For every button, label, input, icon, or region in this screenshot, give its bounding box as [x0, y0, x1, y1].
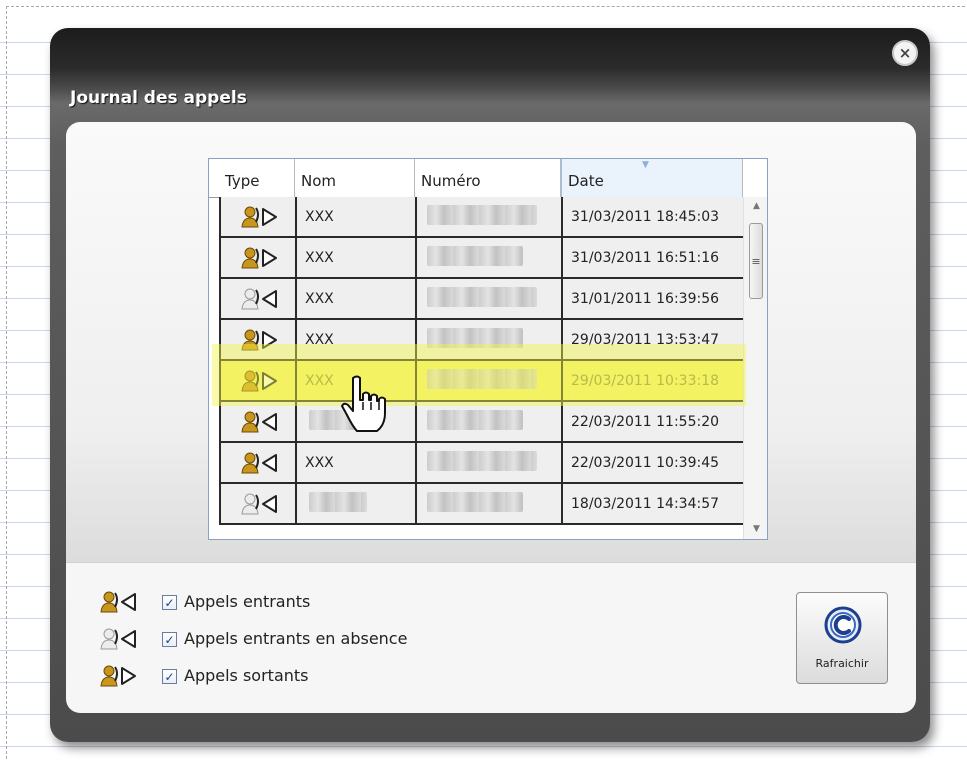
table-row[interactable]: 22/03/2011 11:55:20: [219, 402, 743, 443]
cell-nom: XXX: [295, 443, 415, 484]
cell-nom-text: XXX: [305, 291, 334, 307]
cell-nom: XXX: [295, 197, 415, 238]
cell-numero: [415, 402, 561, 443]
cell-date: 31/01/2011 16:39:56: [561, 279, 743, 320]
cell-nom: XXX: [295, 279, 415, 320]
cell-type: [219, 238, 295, 279]
redacted-number: [427, 205, 537, 225]
redacted-number: [427, 410, 523, 430]
legend-label: Appels entrants: [184, 592, 311, 611]
cell-type: [219, 197, 295, 238]
cell-nom: [295, 484, 415, 525]
incoming-call-icon: [239, 451, 279, 475]
vertical-scrollbar[interactable]: ▲ ≡ ▼: [743, 197, 767, 539]
cell-type: [219, 443, 295, 484]
cell-nom: XXX: [295, 238, 415, 279]
cell-nom-text: XXX: [305, 455, 334, 471]
column-header-type[interactable]: Type: [219, 159, 295, 197]
redacted-number: [427, 492, 523, 512]
redacted-number: [427, 246, 523, 266]
selection-highlight: [212, 344, 746, 406]
missed-call-icon: [239, 287, 279, 311]
redacted-number: [427, 451, 537, 471]
cell-numero: [415, 484, 561, 525]
refresh-button[interactable]: Rafraichir: [796, 592, 888, 684]
outgoing-call-icon: [239, 246, 279, 270]
cell-date: 31/03/2011 16:51:16: [561, 238, 743, 279]
table-row[interactable]: XXX 31/03/2011 18:45:03: [219, 197, 743, 238]
cell-type: [219, 402, 295, 443]
close-icon: ×: [898, 43, 912, 62]
cell-nom-text: XXX: [305, 209, 334, 225]
legend-label: Appels entrants en absence: [184, 629, 408, 648]
cell-type: [219, 279, 295, 320]
cell-date: 22/03/2011 11:55:20: [561, 402, 743, 443]
scroll-down-arrow-icon[interactable]: ▼: [744, 524, 767, 534]
table-row[interactable]: XXX 31/03/2011 16:51:16: [219, 238, 743, 279]
cell-date: 22/03/2011 10:39:45: [561, 443, 743, 484]
legend-label: Appels sortants: [184, 666, 309, 685]
column-header-numero[interactable]: Numéro: [415, 159, 561, 197]
table-row[interactable]: XXX 31/01/2011 16:39:56: [219, 279, 743, 320]
checkbox-missed[interactable]: ✓: [162, 632, 177, 647]
missed-call-icon: [98, 627, 138, 651]
table-row[interactable]: XXX 22/03/2011 10:39:45: [219, 443, 743, 484]
column-header-date-label: Date: [568, 172, 604, 190]
scroll-thumb[interactable]: ≡: [749, 223, 763, 299]
scroll-up-arrow-icon[interactable]: ▲: [744, 201, 767, 211]
dialog-title: Journal des appels: [70, 88, 247, 108]
cell-date: 18/03/2011 14:34:57: [561, 484, 743, 525]
cell-nom-text: XXX: [305, 250, 334, 266]
missed-call-icon: [239, 492, 279, 516]
sort-indicator-icon: ▼: [642, 160, 649, 170]
incoming-call-icon: [239, 410, 279, 434]
cell-numero: [415, 279, 561, 320]
cell-numero: [415, 443, 561, 484]
outgoing-call-icon: [239, 205, 279, 229]
refresh-icon: [824, 606, 862, 644]
checkbox-outgoing[interactable]: ✓: [162, 669, 177, 684]
column-header-date[interactable]: ▼ Date: [561, 159, 743, 197]
column-header-nom[interactable]: Nom: [295, 159, 415, 197]
incoming-call-icon: [98, 590, 138, 614]
refresh-label: Rafraichir: [815, 657, 869, 670]
cell-numero: [415, 238, 561, 279]
outgoing-call-icon: [98, 664, 138, 688]
hand-cursor-icon: [341, 375, 386, 432]
cell-type: [219, 484, 295, 525]
cell-numero: [415, 197, 561, 238]
close-button[interactable]: ×: [892, 40, 918, 66]
redacted-number: [427, 287, 537, 307]
redacted-name: [309, 492, 367, 512]
checkbox-incoming[interactable]: ✓: [162, 595, 177, 610]
table-row[interactable]: 18/03/2011 14:34:57: [219, 484, 743, 525]
grid-header: Type Nom Numéro ▼ Date: [209, 159, 743, 198]
cell-date: 31/03/2011 18:45:03: [561, 197, 743, 238]
